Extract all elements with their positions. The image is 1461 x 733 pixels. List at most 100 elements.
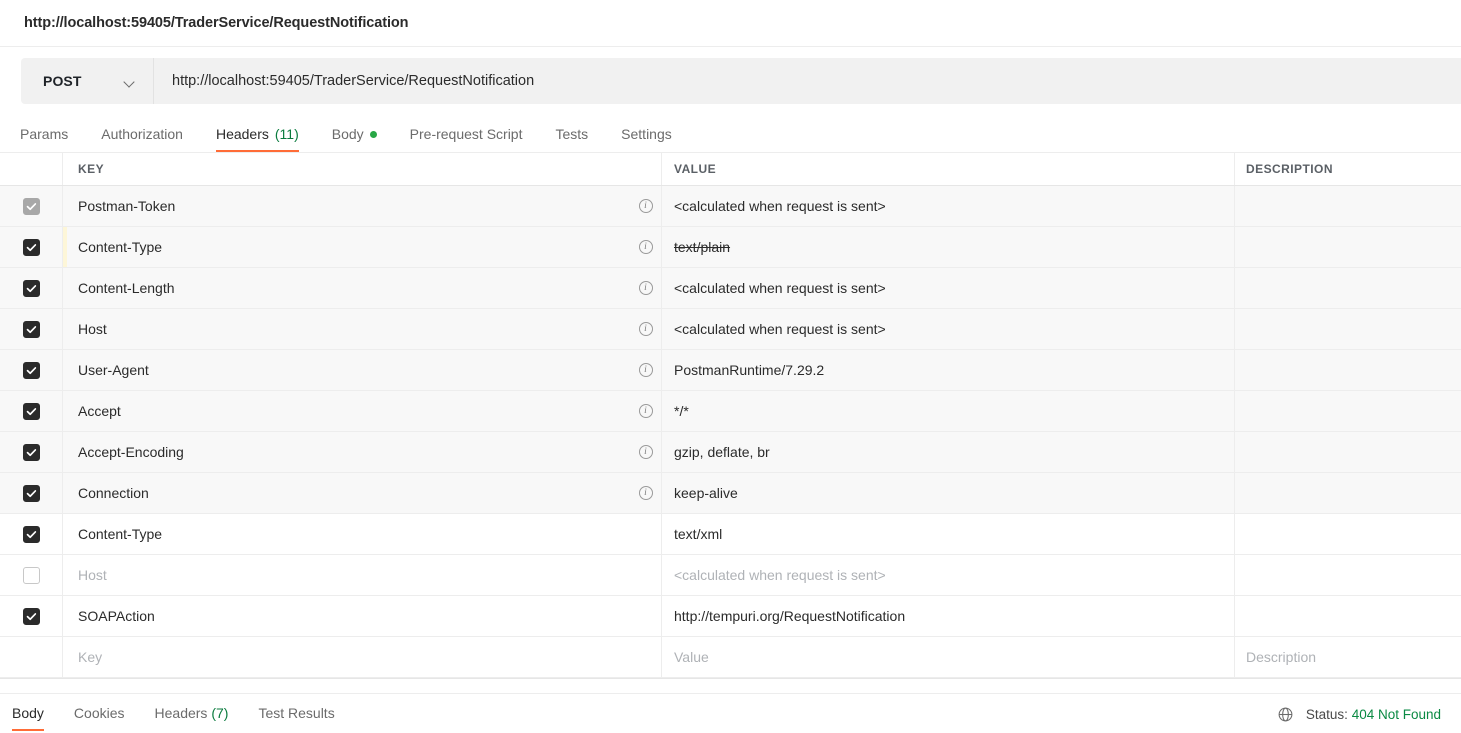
info-icon[interactable]: i bbox=[638, 363, 653, 377]
request-url-bar-container: POST http://localhost:59405/TraderServic… bbox=[0, 47, 1461, 115]
response-status-area: Status: 404 Not Found bbox=[1277, 694, 1441, 723]
header-description-cell[interactable] bbox=[1234, 596, 1461, 636]
header-key-cell[interactable]: Host bbox=[62, 309, 630, 349]
table-row[interactable]: Postman-Token i <calculated when request i… bbox=[0, 186, 1461, 227]
table-row[interactable]: SOAPAction http://tempuri.org/RequestNoti… bbox=[0, 596, 1461, 637]
header-description-cell[interactable] bbox=[1234, 473, 1461, 513]
http-method-label: POST bbox=[43, 73, 82, 89]
row-enable-checkbox[interactable] bbox=[22, 279, 40, 297]
request-url-input[interactable]: http://localhost:59405/TraderService/Req… bbox=[154, 58, 1461, 104]
row-enable-checkbox[interactable] bbox=[22, 566, 40, 584]
column-header-description-cell: DESCRIPTION bbox=[1234, 153, 1461, 185]
request-tab-headers[interactable]: Headers (11) bbox=[215, 126, 299, 152]
header-description-cell[interactable] bbox=[1234, 432, 1461, 472]
table-row[interactable]: Accept i */* bbox=[0, 391, 1461, 432]
table-row[interactable]: User-Agent i PostmanRuntime/7.29.2 bbox=[0, 350, 1461, 391]
header-description-cell[interactable] bbox=[1234, 350, 1461, 390]
header-key-text: Host bbox=[78, 567, 107, 583]
header-info-cell: i bbox=[630, 350, 661, 390]
header-key-cell[interactable]: Host bbox=[62, 555, 630, 595]
request-tab-settings[interactable]: Settings bbox=[621, 126, 672, 152]
request-tab-pre-request-script[interactable]: Pre-request Script bbox=[410, 126, 523, 152]
header-value-cell[interactable]: http://tempuri.org/RequestNotification bbox=[661, 596, 1234, 636]
request-tab-params[interactable]: Params bbox=[20, 126, 68, 152]
response-tab-body[interactable]: Body bbox=[12, 705, 44, 731]
response-tab-cookies[interactable]: Cookies bbox=[74, 705, 125, 731]
table-row[interactable]: Host i <calculated when request is sent> bbox=[0, 309, 1461, 350]
info-icon[interactable]: i bbox=[638, 199, 653, 213]
row-enable-checkbox[interactable] bbox=[22, 484, 40, 502]
request-tab-body[interactable]: Body bbox=[332, 126, 377, 152]
info-icon[interactable]: i bbox=[638, 240, 653, 254]
header-description-cell[interactable] bbox=[1234, 514, 1461, 554]
header-value-cell[interactable]: text/plain bbox=[661, 227, 1234, 267]
header-key-cell[interactable]: Content-Type bbox=[62, 514, 630, 554]
header-key-cell[interactable]: Content-Type bbox=[62, 227, 630, 267]
header-description-cell[interactable] bbox=[1234, 555, 1461, 595]
row-enable-checkbox[interactable] bbox=[22, 361, 40, 379]
header-value-cell[interactable]: */* bbox=[661, 391, 1234, 431]
row-enable-checkbox[interactable] bbox=[22, 525, 40, 543]
response-tab-label: Test Results bbox=[258, 705, 335, 721]
header-value-cell[interactable]: <calculated when request is sent> bbox=[661, 309, 1234, 349]
header-description-cell[interactable] bbox=[1234, 391, 1461, 431]
header-key-cell[interactable]: Accept-Encoding bbox=[62, 432, 630, 472]
header-key-text: Key bbox=[78, 649, 103, 665]
response-tab-label: Body bbox=[12, 705, 44, 721]
header-description-cell[interactable] bbox=[1234, 268, 1461, 308]
response-tabs: Body Cookies Headers (7) Test Results bbox=[12, 694, 365, 731]
header-value-cell[interactable]: keep-alive bbox=[661, 473, 1234, 513]
table-row[interactable]: Key Value Description bbox=[0, 637, 1461, 678]
response-tab-test-results[interactable]: Test Results bbox=[258, 705, 334, 731]
request-url-bar: POST http://localhost:59405/TraderServic… bbox=[21, 58, 1461, 104]
header-value-cell[interactable]: <calculated when request is sent> bbox=[661, 186, 1234, 226]
body-modified-dot-icon bbox=[369, 130, 377, 138]
header-key-cell[interactable]: SOAPAction bbox=[62, 596, 630, 636]
header-key-text: Content-Type bbox=[78, 239, 163, 255]
header-key-cell[interactable]: User-Agent bbox=[62, 350, 630, 390]
header-key-cell[interactable]: Content-Length bbox=[62, 268, 630, 308]
header-key-text: SOAPAction bbox=[78, 608, 155, 624]
header-key-cell[interactable]: Accept bbox=[62, 391, 630, 431]
table-row[interactable]: Connection i keep-alive bbox=[0, 473, 1461, 514]
table-row[interactable]: Accept-Encoding i gzip, deflate, br bbox=[0, 432, 1461, 473]
row-enable-checkbox[interactable] bbox=[22, 402, 40, 420]
header-description-cell[interactable] bbox=[1234, 186, 1461, 226]
table-row[interactable]: Host <calculated when request is sent> bbox=[0, 555, 1461, 596]
info-icon[interactable]: i bbox=[638, 404, 653, 418]
header-description-cell[interactable]: Description bbox=[1234, 637, 1461, 677]
header-key-cell[interactable]: Key bbox=[62, 637, 630, 677]
header-value-text: */* bbox=[674, 403, 689, 419]
header-value-text: text/plain bbox=[674, 239, 731, 255]
request-tab-label: Body bbox=[331, 126, 364, 142]
table-row[interactable]: Content-Length i <calculated when request … bbox=[0, 268, 1461, 309]
header-value-cell[interactable]: text/xml bbox=[661, 514, 1234, 554]
request-tab-authorization[interactable]: Authorization bbox=[101, 126, 183, 152]
header-value-cell[interactable]: <calculated when request is sent> bbox=[661, 268, 1234, 308]
http-method-select[interactable]: POST bbox=[21, 58, 154, 104]
header-value-cell[interactable]: Value bbox=[661, 637, 1234, 677]
row-enable-checkbox[interactable] bbox=[22, 607, 40, 625]
header-value-cell[interactable]: gzip, deflate, br bbox=[661, 432, 1234, 472]
response-tab-headers[interactable]: Headers (7) bbox=[155, 705, 229, 731]
row-enable-checkbox[interactable] bbox=[22, 238, 40, 256]
info-icon[interactable]: i bbox=[638, 486, 653, 500]
header-value-cell[interactable]: PostmanRuntime/7.29.2 bbox=[661, 350, 1234, 390]
request-tab-tests[interactable]: Tests bbox=[555, 126, 588, 152]
row-enable-checkbox-cell bbox=[0, 186, 62, 226]
header-description-cell[interactable] bbox=[1234, 227, 1461, 267]
info-icon[interactable]: i bbox=[638, 445, 653, 459]
table-row[interactable]: Content-Type i text/plain bbox=[0, 227, 1461, 268]
info-icon[interactable]: i bbox=[638, 281, 653, 295]
header-value-cell[interactable]: <calculated when request is sent> bbox=[661, 555, 1234, 595]
request-tab-label: Headers bbox=[215, 126, 269, 142]
row-enable-checkbox[interactable] bbox=[22, 320, 40, 338]
header-key-cell[interactable]: Connection bbox=[62, 473, 630, 513]
header-key-cell[interactable]: Postman-Token bbox=[62, 186, 630, 226]
header-description-cell[interactable] bbox=[1234, 309, 1461, 349]
table-row[interactable]: Content-Type text/xml bbox=[0, 514, 1461, 555]
info-icon[interactable]: i bbox=[638, 322, 653, 336]
header-key-text: Accept bbox=[78, 403, 121, 419]
header-key-text: Content-Length bbox=[78, 280, 175, 296]
row-enable-checkbox[interactable] bbox=[22, 443, 40, 461]
